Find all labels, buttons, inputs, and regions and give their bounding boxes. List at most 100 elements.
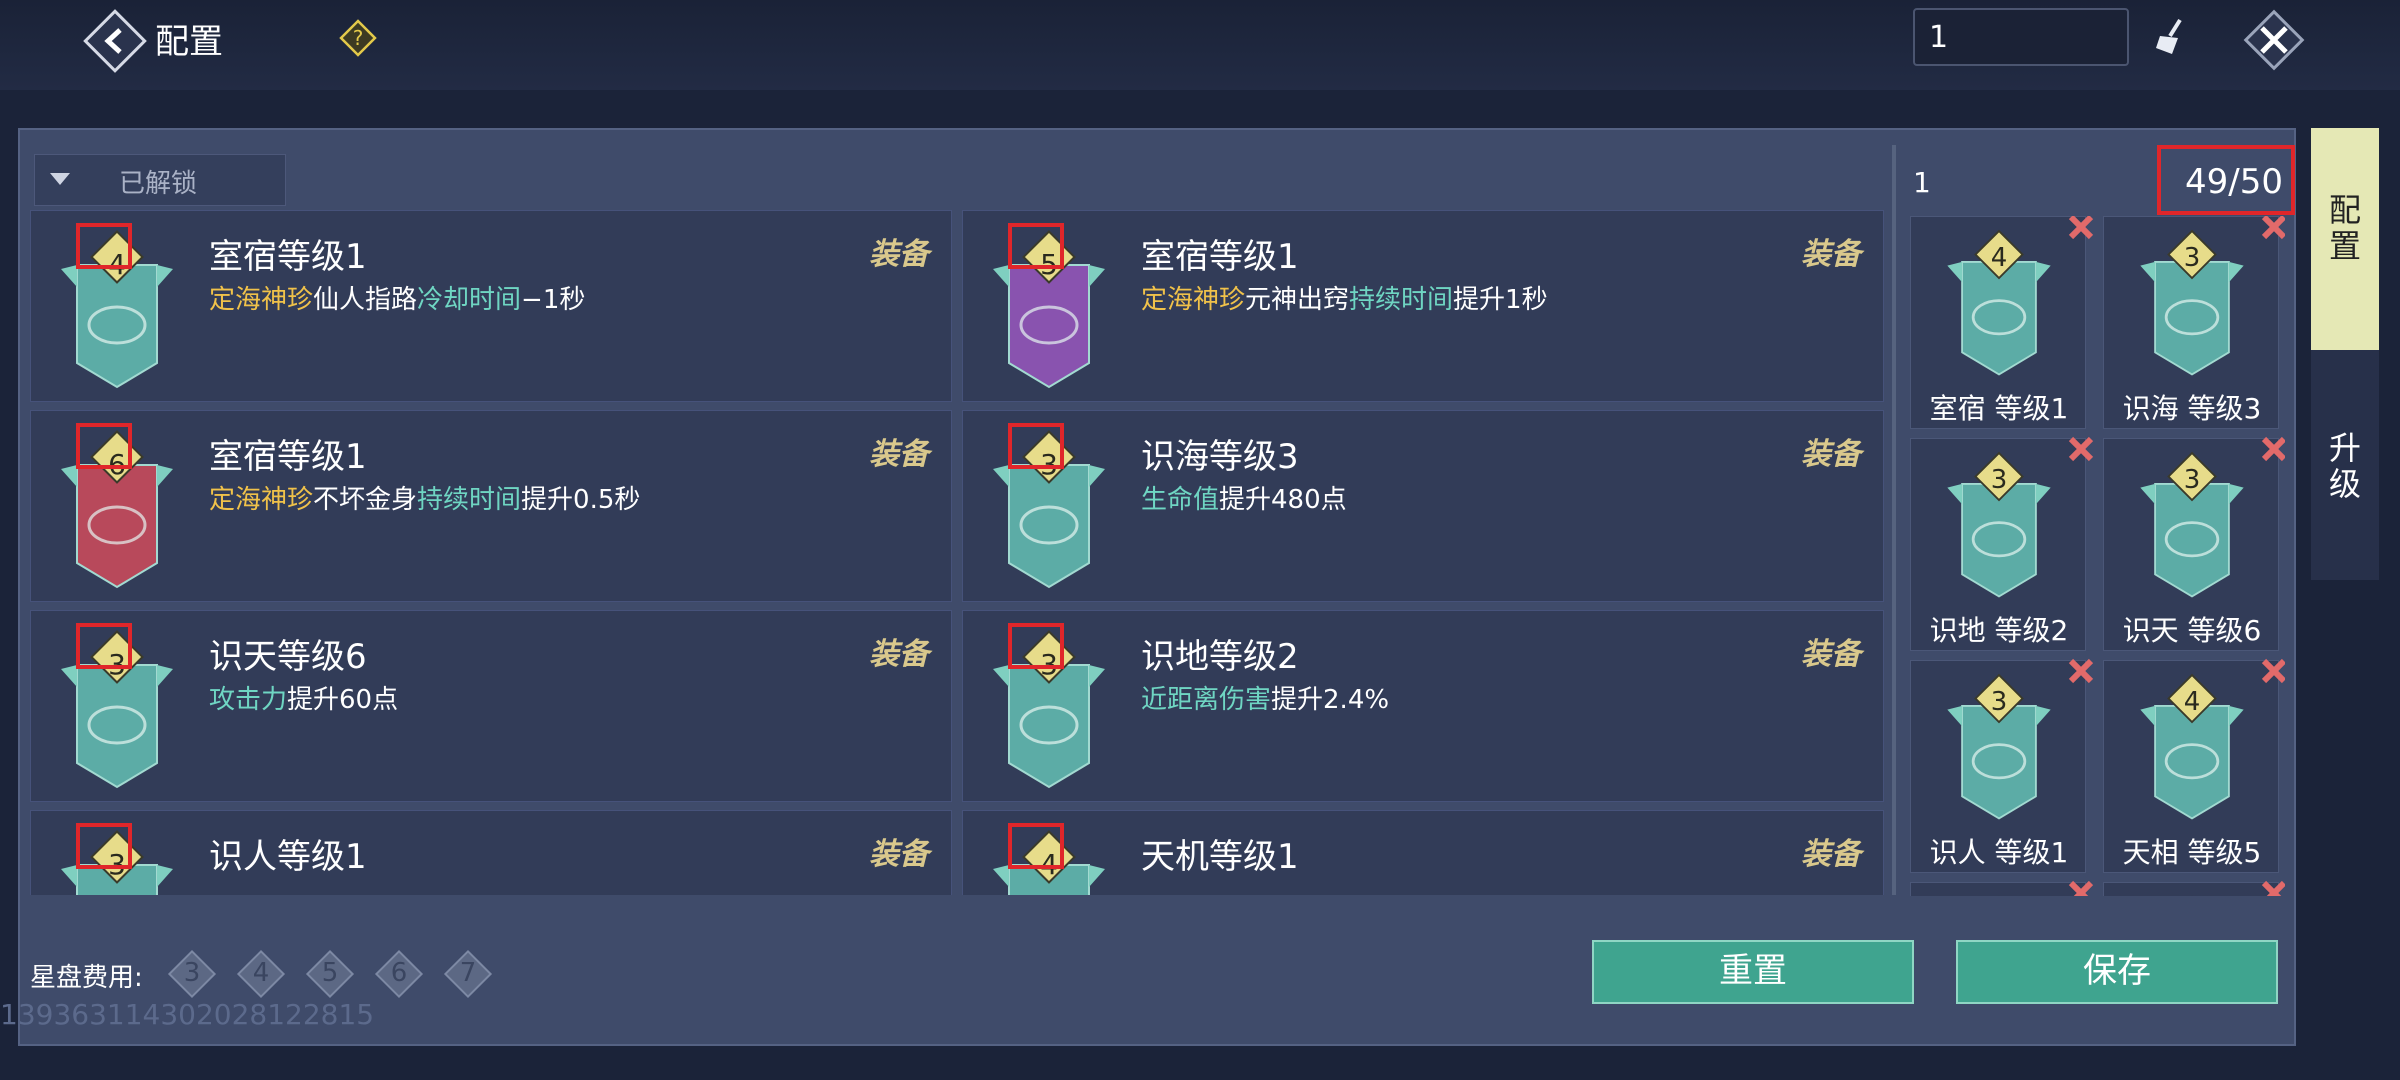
equip-button[interactable]: 装备 <box>1801 829 1861 873</box>
badge-icon <box>2167 895 2217 896</box>
remove-icon[interactable] <box>2065 655 2097 687</box>
desc-segment: 元神出窍 <box>1245 285 1350 315</box>
loadout-slot[interactable] <box>1910 880 2094 896</box>
slot-label: 识海 等级3 <box>2122 392 2262 425</box>
remove-icon[interactable] <box>2258 655 2285 687</box>
highlight-box <box>1008 423 1064 469</box>
ability-card[interactable]: 3 识海等级3 生命值提升480点 装备 <box>962 410 1884 602</box>
ability-card[interactable]: 3 识地等级2 近距离伤害提升2.4% 装备 <box>962 610 1884 802</box>
badge-icon <box>1974 895 2024 896</box>
save-button[interactable]: 保存 <box>1956 940 2278 1004</box>
ability-desc: 定海神珍仙人指路冷却时间−1秒 <box>209 279 585 316</box>
desc-segment: 近距离伤害 <box>1141 685 1272 715</box>
remove-icon[interactable] <box>2258 216 2285 243</box>
back-icon[interactable] <box>80 6 150 76</box>
filter-dropdown[interactable]: 已解锁 <box>34 154 286 206</box>
cost-value: 4 <box>252 958 270 988</box>
scrollbar[interactable] <box>1892 145 1896 895</box>
ability-card[interactable]: 3 识天等级6 攻击力提升60点 装备 <box>30 610 952 802</box>
highlight-box <box>76 423 132 469</box>
ability-name: 识地等级2 <box>1141 637 1299 677</box>
desc-segment: 定海神珍 <box>209 485 314 515</box>
loadout-slots: 4 室宿 等级1 3 识海 等级3 3 识地 等级2 3 识天 等级6 3 识人… <box>1910 216 2285 896</box>
highlight-box <box>1008 223 1064 269</box>
remove-icon[interactable] <box>2065 216 2097 243</box>
ability-name: 识天等级6 <box>209 637 367 677</box>
close-icon[interactable] <box>2234 0 2314 80</box>
ability-list: 4 室宿等级1 定海神珍仙人指路冷却时间−1秒 装备 5 室宿等级1 定海神珍元… <box>30 210 1888 895</box>
equip-button[interactable]: 装备 <box>869 629 929 673</box>
desc-segment: 持续时间 <box>417 485 522 515</box>
chevron-down-icon <box>50 173 70 185</box>
cost-diamond: 6 <box>373 948 425 1000</box>
desc-segment: 提升480点 <box>1219 485 1347 515</box>
page-title: 配置 <box>155 22 223 62</box>
ability-name: 识海等级3 <box>1141 437 1299 477</box>
loadout-slot[interactable] <box>2103 880 2285 896</box>
equip-button[interactable]: 装备 <box>869 229 929 273</box>
cost-value: 5 <box>321 958 339 988</box>
cost-value: 6 <box>390 958 408 988</box>
ability-card[interactable]: 4 室宿等级1 定海神珍仙人指路冷却时间−1秒 装备 <box>30 210 952 402</box>
desc-segment: 冷却时间 <box>417 285 522 315</box>
cost-diamond: 4 <box>235 948 287 1000</box>
loadout-slot[interactable]: 3 识天 等级6 <box>2103 436 2285 651</box>
loadout-slot[interactable]: 3 识海 等级3 <box>2103 216 2285 429</box>
remove-icon[interactable] <box>2065 877 2097 896</box>
ability-name: 室宿等级1 <box>209 437 367 477</box>
tab-upgrade-label: 升级 <box>2328 429 2361 503</box>
cost-diamond: 5 <box>304 948 356 1000</box>
desc-segment: 生命值 <box>1141 485 1220 515</box>
highlight-box <box>76 823 132 869</box>
reset-button[interactable]: 重置 <box>1592 940 1914 1004</box>
slot-badge <box>2132 891 2252 896</box>
slot-label: 室宿 等级1 <box>1929 392 2069 425</box>
slot-level: 3 <box>1990 465 2008 495</box>
equip-button[interactable]: 装备 <box>1801 629 1861 673</box>
slot-level: 3 <box>1990 687 2008 717</box>
desc-segment: −1秒 <box>521 285 586 315</box>
loadout-slot[interactable]: 3 识人 等级1 <box>1910 658 2094 873</box>
remove-icon[interactable] <box>2065 433 2097 465</box>
slot-label: 识人 等级1 <box>1929 836 2069 869</box>
desc-segment: 提升60点 <box>287 685 399 715</box>
remove-icon[interactable] <box>2258 877 2285 896</box>
slot-badge <box>1939 891 2059 896</box>
slot-level: 3 <box>2183 243 2201 273</box>
cost-diamond: 7 <box>442 948 494 1000</box>
ability-card[interactable]: 3 识人等级1 装备 <box>30 810 952 895</box>
ability-desc: 生命值提升480点 <box>1141 479 1347 516</box>
cost-value: 3 <box>183 958 201 988</box>
desc-segment: 定海神珍 <box>1141 285 1246 315</box>
loadout-name-input[interactable] <box>1913 8 2129 66</box>
equip-button[interactable]: 装备 <box>1801 229 1861 273</box>
desc-segment: 定海神珍 <box>209 285 314 315</box>
loadout-slot[interactable]: 4 天相 等级5 <box>2103 658 2285 873</box>
user-id: 1393631143020281228​15 <box>0 998 375 1031</box>
highlight-box <box>1008 823 1064 869</box>
slot-label: 识地 等级2 <box>1929 614 2069 647</box>
equip-button[interactable]: 装备 <box>869 429 929 473</box>
help-icon[interactable]: ? <box>338 18 378 58</box>
ability-card[interactable]: 4 天机等级1 装备 <box>962 810 1884 895</box>
loadout-slot[interactable]: 3 识地 等级2 <box>1910 436 2094 651</box>
broom-icon[interactable] <box>2150 14 2196 60</box>
desc-segment: 仙人指路 <box>313 285 418 315</box>
highlight-box <box>76 623 132 669</box>
loadout-slot[interactable]: 4 室宿 等级1 <box>1910 216 2094 429</box>
equip-button[interactable]: 装备 <box>869 829 929 873</box>
cost-label: 星盘费用: <box>30 963 143 993</box>
equip-button[interactable]: 装备 <box>1801 429 1861 473</box>
tab-config[interactable]: 配置 <box>2311 128 2379 350</box>
desc-segment: 提升0.5秒 <box>521 485 641 515</box>
ability-name: 天机等级1 <box>1141 837 1299 877</box>
remove-icon[interactable] <box>2258 433 2285 465</box>
slot-level: 3 <box>2183 465 2201 495</box>
highlight-box <box>1008 623 1064 669</box>
tab-upgrade[interactable]: 升级 <box>2311 350 2379 580</box>
desc-segment: 不坏金身 <box>313 485 418 515</box>
ability-card[interactable]: 5 室宿等级1 定海神珍元神出窍持续时间提升1秒 装备 <box>962 210 1884 402</box>
ability-card[interactable]: 6 室宿等级1 定海神珍不坏金身持续时间提升0.5秒 装备 <box>30 410 952 602</box>
ability-desc: 攻击力提升60点 <box>209 679 398 716</box>
ability-name: 室宿等级1 <box>209 237 367 277</box>
